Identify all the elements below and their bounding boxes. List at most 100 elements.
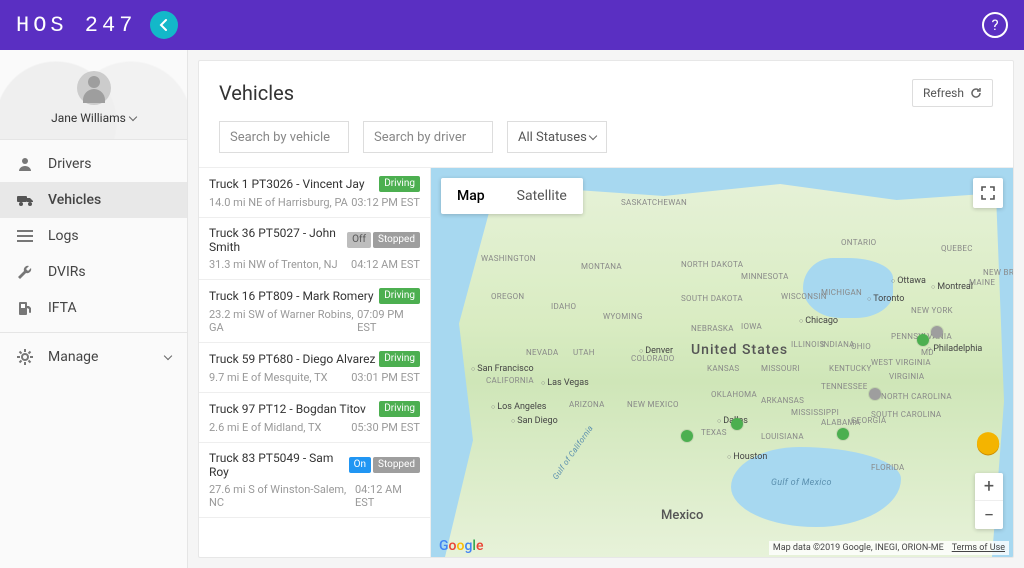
nav-label: Drivers (48, 156, 91, 172)
vehicle-row[interactable]: Truck 59 PT680 - Diego Alvarez Driving 9… (199, 343, 430, 393)
user-menu[interactable]: Jane Williams (0, 50, 187, 140)
map-state-label: NEVADA (526, 348, 558, 357)
map-state-label: OKLAHOMA (711, 390, 757, 399)
vehicle-marker[interactable] (837, 428, 849, 440)
back-button[interactable] (150, 11, 178, 39)
vehicle-row[interactable]: Truck 83 PT5049 - Sam Roy OnStopped 27.6… (199, 443, 430, 518)
status-badge: Driving (379, 176, 420, 192)
map-label-usa: United States (691, 342, 788, 358)
vehicle-location: 9.7 mi E of Mesquite, TX (209, 371, 328, 384)
vehicle-time: 05:30 PM EST (351, 421, 420, 434)
vehicle-row[interactable]: Truck 1 PT3026 - Vincent Jay Driving 14.… (199, 168, 430, 218)
map-state-label: VIRGINIA (889, 372, 924, 381)
map-city-label: Philadelphia (927, 344, 982, 354)
map-state-label: NORTH DAKOTA (681, 260, 743, 269)
map-state-label: NEBRASKA (691, 324, 734, 333)
zoom-out-button[interactable]: − (975, 501, 1003, 529)
vehicle-location: 31.3 mi NW of Trenton, NJ (209, 258, 338, 271)
map-type-map[interactable]: Map (441, 178, 501, 214)
map-label-mexico: Mexico (661, 508, 703, 523)
nav-label: Vehicles (48, 192, 101, 208)
status-selected-label: All Statuses (518, 130, 587, 145)
map-state-label: OREGON (491, 292, 524, 301)
fullscreen-button[interactable] (973, 178, 1003, 208)
search-vehicle-input[interactable] (219, 121, 349, 153)
map-data-label: Map data ©2019 Google, INEGI, ORION-ME (773, 543, 944, 553)
vehicle-marker[interactable] (917, 334, 929, 346)
vehicle-row[interactable]: Truck 97 PT12 - Bogdan Titov Driving 2.6… (199, 393, 430, 443)
vehicle-location: 2.6 mi E of Midland, TX (209, 421, 321, 434)
map-city-label: San Francisco (471, 364, 534, 374)
zoom-in-button[interactable]: + (975, 473, 1003, 501)
map-state-label: TENNESSEE (821, 382, 868, 391)
map-type-switch: Map Satellite (441, 178, 583, 214)
map-state-label: LOUISIANA (761, 432, 804, 441)
vehicle-marker[interactable] (681, 430, 693, 442)
vehicle-time: 03:12 PM EST (351, 196, 420, 209)
vehicle-marker[interactable] (731, 418, 743, 430)
map-city-label: Los Angeles (491, 402, 546, 412)
map-attribution: Map data ©2019 Google, INEGI, ORION-ME T… (769, 541, 1009, 555)
refresh-button[interactable]: Refresh (912, 79, 993, 107)
nav-label: IFTA (48, 300, 77, 316)
map-state-label: WASHINGTON (481, 254, 536, 263)
user-name: Jane Williams (51, 111, 126, 125)
list-icon (16, 229, 34, 243)
map-type-satellite[interactable]: Satellite (501, 178, 583, 214)
map-state-label: IDAHO (551, 302, 576, 311)
map-city-label: Ottawa (891, 276, 926, 286)
avatar (77, 71, 111, 105)
map-state-label: QUEBEC (941, 244, 973, 253)
nav-manage[interactable]: Manage (0, 339, 187, 375)
vehicle-marker[interactable] (931, 326, 943, 338)
search-driver-input[interactable] (363, 121, 493, 153)
vehicle-marker[interactable] (869, 388, 881, 400)
nav-logs[interactable]: Logs (0, 218, 187, 254)
map-city-label: Toronto (867, 294, 904, 304)
chevron-down-icon (129, 113, 137, 121)
map-state-label: SASKATCHEWAN (621, 198, 687, 207)
chevron-down-icon (589, 132, 597, 140)
zoom-controls: + − (975, 473, 1003, 529)
map-state-label: MISSISSIPPI (791, 408, 839, 417)
map-city-label: Denver (639, 346, 673, 356)
divider (0, 332, 187, 333)
gear-icon (16, 349, 34, 365)
map-state-label: MICHIGAN (821, 288, 862, 297)
nav-vehicles[interactable]: Vehicles (0, 182, 187, 218)
status-badge: Driving (379, 401, 420, 417)
map-label-gulf-california: Gulf of California (551, 424, 595, 481)
terms-link[interactable]: Terms of Use (952, 543, 1005, 553)
vehicle-list[interactable]: Truck 1 PT3026 - Vincent Jay Driving 14.… (199, 168, 431, 557)
help-icon: ? (991, 16, 998, 34)
map-state-label: ARKANSAS (761, 396, 804, 405)
top-bar: HOS 247 ? (0, 0, 1024, 50)
map[interactable]: Map Satellite ⬤ + − United States Mexico… (431, 168, 1013, 557)
vehicle-time: 07:09 PM EST (357, 308, 420, 334)
nav-ifta[interactable]: IFTA (0, 290, 187, 326)
map-state-label: NORTH CAROLINA (881, 392, 952, 401)
map-state-label: SOUTH CAROLINA (871, 410, 941, 419)
pegman-icon: ⬤ (976, 430, 1001, 455)
help-button[interactable]: ? (982, 12, 1008, 38)
map-label-gulf-mexico: Gulf of Mexico (771, 478, 832, 488)
status-select[interactable]: All Statuses (507, 121, 607, 153)
vehicle-title: Truck 36 PT5027 - John Smith (209, 226, 347, 254)
vehicle-location: 23.2 mi SW of Warner Robins, GA (209, 308, 357, 334)
fuel-icon (16, 300, 34, 316)
map-state-label: UTAH (573, 348, 595, 357)
nav-drivers[interactable]: Drivers (0, 146, 187, 182)
brand-logo: HOS 247 (16, 13, 136, 38)
map-state-label: FLORIDA (871, 463, 905, 472)
nav-dvirs[interactable]: DVIRs (0, 254, 187, 290)
map-state-label: NEW MEXICO (627, 400, 679, 409)
map-state-label: MINNESOTA (741, 272, 789, 281)
map-state-label: IOWA (741, 322, 762, 331)
pegman[interactable]: ⬤ (973, 427, 1003, 457)
map-city-label: Chicago (799, 316, 838, 326)
refresh-label: Refresh (923, 86, 964, 100)
vehicle-row[interactable]: Truck 36 PT5027 - John Smith OffStopped … (199, 218, 430, 280)
person-icon (16, 156, 34, 172)
vehicle-row[interactable]: Truck 16 PT809 - Mark Romery Driving 23.… (199, 280, 430, 343)
map-state-label: SOUTH DAKOTA (681, 294, 743, 303)
